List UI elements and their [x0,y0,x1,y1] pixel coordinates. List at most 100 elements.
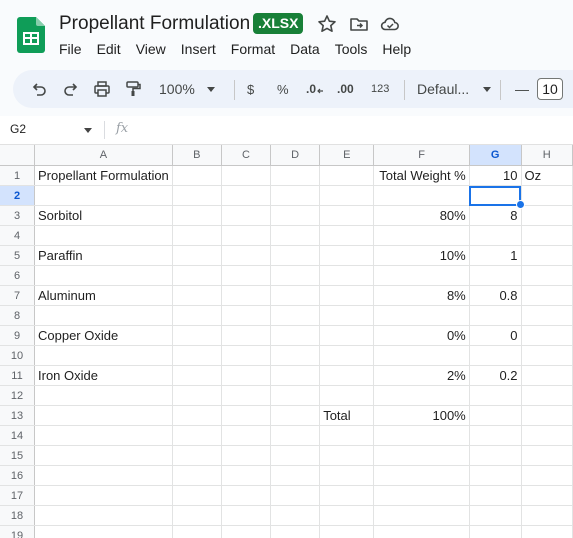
cell-g10[interactable] [469,345,522,366]
row-header-3[interactable]: 3 [0,205,35,226]
cell-d15[interactable] [270,445,321,466]
cell-a18[interactable] [34,505,173,526]
cell-f10[interactable] [373,345,470,366]
cell-h6[interactable] [521,265,573,286]
cell-g18[interactable] [469,505,522,526]
column-header-a[interactable]: A [34,145,173,166]
cell-g14[interactable] [469,425,522,446]
cell-f18[interactable] [373,505,470,526]
cell-b17[interactable] [172,485,222,506]
cloud-saved-icon[interactable] [380,14,400,34]
column-header-b[interactable]: B [172,145,222,166]
cell-b5[interactable] [172,245,222,266]
cell-c10[interactable] [221,345,272,366]
cell-d9[interactable] [270,325,321,346]
cell-e10[interactable] [319,345,375,366]
cell-c6[interactable] [221,265,272,286]
row-header-4[interactable]: 4 [0,225,35,246]
cell-c7[interactable] [221,285,272,306]
menu-file[interactable]: File [59,41,82,57]
print-icon[interactable] [93,70,111,108]
cell-e17[interactable] [319,485,375,506]
row-header-10[interactable]: 10 [0,345,35,366]
cell-h19[interactable] [521,525,573,538]
cell-g12[interactable] [469,385,522,406]
chevron-down-icon[interactable] [84,128,92,133]
select-all-corner[interactable] [0,145,35,166]
cell-g2[interactable] [469,185,525,209]
cell-c15[interactable] [221,445,272,466]
cell-e9[interactable] [319,325,375,346]
cell-b11[interactable] [172,365,222,386]
cell-c19[interactable] [221,525,272,538]
row-header-16[interactable]: 16 [0,465,35,486]
row-header-15[interactable]: 15 [0,445,35,466]
row-header-7[interactable]: 7 [0,285,35,306]
cell-d2[interactable] [270,185,321,206]
name-box[interactable]: G2 [10,122,26,136]
menu-format[interactable]: Format [231,41,275,57]
cell-b14[interactable] [172,425,222,446]
column-header-f[interactable]: F [373,145,470,166]
cell-h16[interactable] [521,465,573,486]
row-header-13[interactable]: 13 [0,405,35,426]
cell-d11[interactable] [270,365,321,386]
cell-e2[interactable] [319,185,375,206]
cell-f14[interactable] [373,425,470,446]
cell-g17[interactable] [469,485,522,506]
cell-h15[interactable] [521,445,573,466]
decrease-decimal-button[interactable]: .0 [306,70,324,108]
cell-h3[interactable] [521,205,573,226]
cell-e5[interactable] [319,245,375,266]
column-header-c[interactable]: C [221,145,272,166]
cell-a10[interactable] [34,345,173,366]
cell-g19[interactable] [469,525,522,538]
cell-g13[interactable] [469,405,522,426]
cell-e7[interactable] [319,285,375,306]
cell-g7[interactable]: 0.8 [469,285,522,306]
cell-b13[interactable] [172,405,222,426]
increase-decimal-button[interactable]: .00 [337,70,354,108]
cell-b19[interactable] [172,525,222,538]
cell-a19[interactable] [34,525,173,538]
font-size-field[interactable]: 10 [537,70,563,108]
paint-format-icon[interactable] [124,70,142,108]
cell-e15[interactable] [319,445,375,466]
cell-c12[interactable] [221,385,272,406]
redo-icon[interactable] [62,70,80,108]
cell-a5[interactable]: Paraffin [34,245,173,266]
cell-f12[interactable] [373,385,470,406]
cell-e6[interactable] [319,265,375,286]
column-header-h[interactable]: H [521,145,573,166]
cell-f7[interactable]: 8% [373,285,470,306]
cell-f3[interactable]: 80% [373,205,470,226]
row-header-8[interactable]: 8 [0,305,35,326]
cell-a11[interactable]: Iron Oxide [34,365,173,386]
undo-icon[interactable] [30,70,48,108]
cell-a7[interactable]: Aluminum [34,285,173,306]
cell-d8[interactable] [270,305,321,326]
cell-b7[interactable] [172,285,222,306]
cell-h8[interactable] [521,305,573,326]
cell-d16[interactable] [270,465,321,486]
cell-d12[interactable] [270,385,321,406]
font-select[interactable]: Defaul... [417,70,492,108]
menu-tools[interactable]: Tools [335,41,368,57]
cell-a4[interactable] [34,225,173,246]
row-header-19[interactable]: 19 [0,525,35,538]
cell-c1[interactable] [221,165,272,186]
cell-b4[interactable] [172,225,222,246]
column-header-g[interactable]: G [469,145,522,166]
cell-e8[interactable] [319,305,375,326]
percent-format-button[interactable]: % [277,70,289,108]
cell-g6[interactable] [469,265,522,286]
cell-f15[interactable] [373,445,470,466]
cell-h17[interactable] [521,485,573,506]
row-header-6[interactable]: 6 [0,265,35,286]
cell-h11[interactable] [521,365,573,386]
cell-a6[interactable] [34,265,173,286]
cell-f16[interactable] [373,465,470,486]
sheets-logo-icon[interactable] [17,17,45,53]
row-header-12[interactable]: 12 [0,385,35,406]
cell-g5[interactable]: 1 [469,245,522,266]
